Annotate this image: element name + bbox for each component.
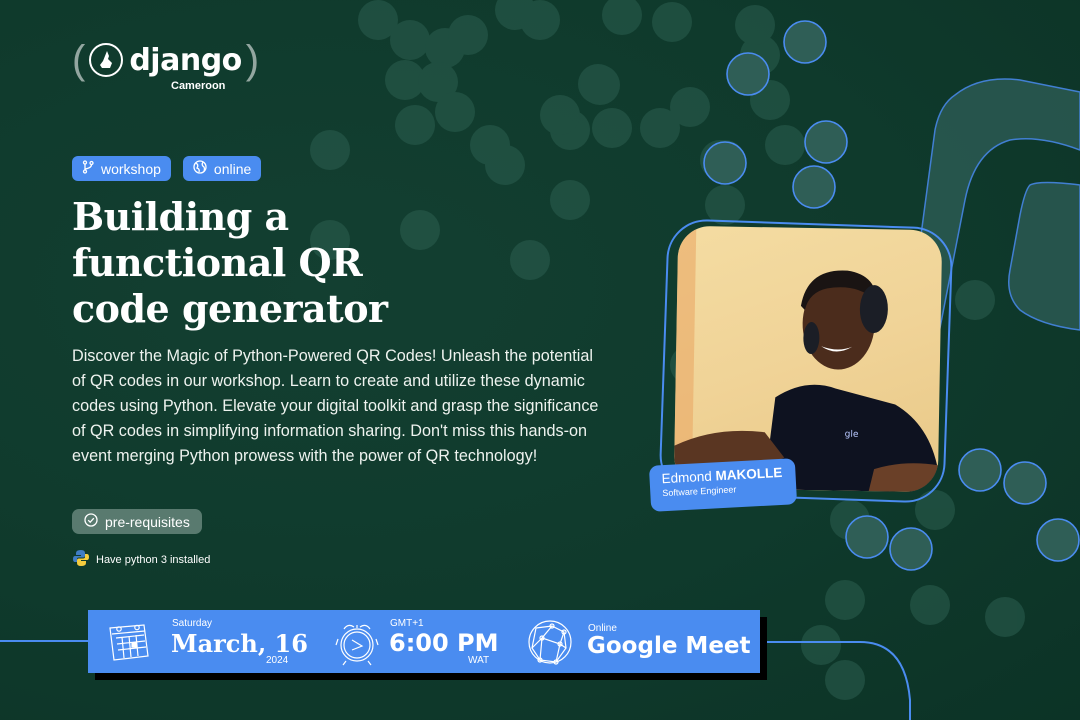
tag-label: workshop xyxy=(101,160,161,177)
bg-dot xyxy=(592,108,632,148)
bg-dot xyxy=(395,105,435,145)
check-circle-icon xyxy=(84,513,98,530)
speaker-photo: gle xyxy=(673,225,943,493)
bg-ring-dot xyxy=(804,120,848,164)
bg-ring-dot xyxy=(1036,518,1080,562)
deco-arc-inner xyxy=(1008,181,1080,331)
python-icon xyxy=(72,549,90,570)
bg-dot xyxy=(825,660,865,700)
event-day: Saturday xyxy=(172,618,213,629)
bg-dot xyxy=(910,585,950,625)
title-line: Building a xyxy=(72,194,289,239)
bg-dot xyxy=(801,625,841,665)
bg-dot xyxy=(390,20,430,60)
bg-ring-dot xyxy=(889,527,933,571)
event-venue: Online Google Meet xyxy=(520,610,760,673)
bg-dot xyxy=(670,87,710,127)
bg-dot xyxy=(540,95,580,135)
event-info-bar: Saturday March, 16 2024 GMT+1 6:00 PM WA… xyxy=(88,610,760,673)
logo-wordmark: django xyxy=(129,42,242,78)
bg-dot xyxy=(735,5,775,45)
deco-line-left xyxy=(0,640,90,642)
git-branch-icon xyxy=(82,160,94,177)
logo-subtitle: Cameroon xyxy=(171,80,226,92)
speaker-last-name: MAKOLLE xyxy=(715,464,783,484)
django-logo: ( django ) xyxy=(72,40,259,80)
event-timezone: GMT+1 xyxy=(390,618,424,629)
bg-ring-dot xyxy=(703,141,747,185)
bg-dot xyxy=(310,130,350,170)
calendar-icon xyxy=(106,620,152,669)
bg-dot xyxy=(652,2,692,42)
bg-dot xyxy=(520,0,560,40)
bg-ring-dot xyxy=(958,448,1002,492)
title-line: functional QR xyxy=(72,240,363,285)
event-time-suffix: WAT xyxy=(468,655,490,666)
event-time: GMT+1 6:00 PM WAT xyxy=(328,610,508,673)
logo-paren-right: ) xyxy=(245,38,260,82)
bg-dot xyxy=(825,580,865,620)
bg-dot xyxy=(550,180,590,220)
tag-online: online xyxy=(182,156,262,181)
event-date: Saturday March, 16 2024 xyxy=(88,610,308,673)
prerequisite-item: Have python 3 installed xyxy=(72,549,210,570)
prerequisite-text: Have python 3 installed xyxy=(96,553,211,566)
logo-paren-left: ( xyxy=(72,38,86,82)
event-venue-main: Google Meet xyxy=(587,633,751,659)
event-time-main: 6:00 PM xyxy=(389,629,499,657)
tag-workshop: workshop xyxy=(72,156,171,181)
bg-dot xyxy=(580,65,620,105)
event-title: Building a functional QR code generator xyxy=(72,194,492,332)
title-line: code generator xyxy=(72,286,388,331)
event-date-main: March, 16 xyxy=(171,629,308,658)
alarm-clock-icon xyxy=(334,619,380,672)
speaker-first-name: Edmond xyxy=(661,468,713,487)
speaker-namecard: Edmond MAKOLLE Software Engineer xyxy=(648,458,798,512)
bg-dot xyxy=(765,125,805,165)
tag-label: online xyxy=(213,160,252,177)
svg-text:gle: gle xyxy=(845,430,859,440)
bg-dot xyxy=(985,597,1025,637)
speaker-illustration: gle xyxy=(673,225,939,493)
bg-ring-dot xyxy=(726,52,770,96)
prerequisites-badge: pre-requisites xyxy=(72,509,202,534)
event-year: 2024 xyxy=(266,655,289,666)
bg-ring-dot xyxy=(792,165,836,209)
network-globe-icon xyxy=(526,618,574,671)
bg-dot xyxy=(435,92,475,132)
bg-dot xyxy=(510,240,550,280)
bg-dot xyxy=(955,280,995,320)
bg-ring-dot xyxy=(1003,461,1047,505)
bg-ring-dot xyxy=(845,515,889,559)
bg-ring-dot xyxy=(783,20,827,64)
bg-dot xyxy=(602,0,642,35)
cameroon-map-icon xyxy=(89,43,124,77)
globe-icon xyxy=(193,160,207,177)
prerequisites-label: pre-requisites xyxy=(105,513,190,530)
bg-dot xyxy=(485,145,525,185)
event-description: Discover the Magic of Python-Powered QR … xyxy=(72,347,599,465)
event-tags: workshop online xyxy=(72,156,262,181)
bg-dot xyxy=(448,15,488,55)
